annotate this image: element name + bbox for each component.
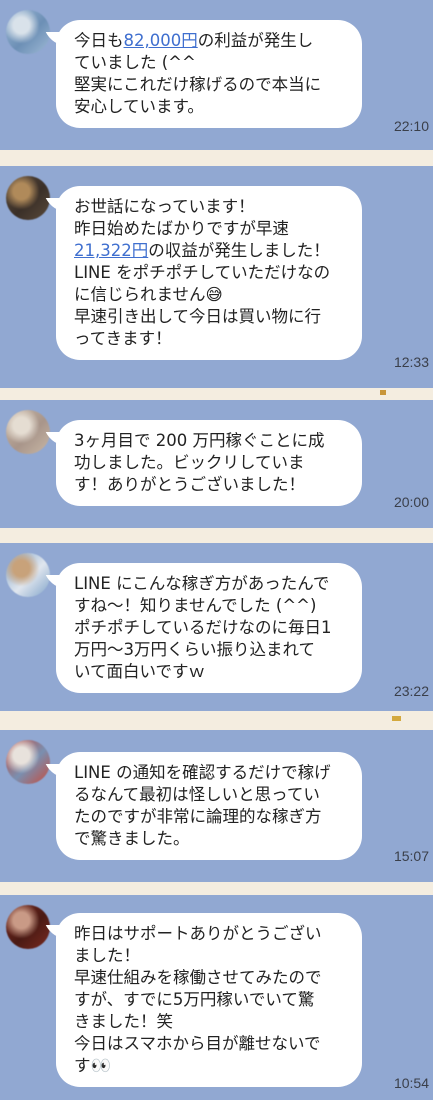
message-line: に信じられません😅: [74, 284, 348, 306]
text-segment: 今日も: [74, 31, 124, 50]
message-line: す！ありがとうございました！: [74, 474, 348, 496]
message-line: す👀: [74, 1055, 348, 1077]
message-bubble: LINE にこんな稼ぎ方があったんで すね〜！知りませんでした (^^) ポチポチし…: [56, 563, 362, 693]
timestamp: 22:10: [393, 118, 429, 134]
text-segment: ていました (^^: [74, 53, 196, 72]
timestamp: 10:54: [393, 1075, 429, 1091]
message-line: ました！: [74, 945, 348, 967]
message-bubble: 昨日はサポートありがとうござい ました！ 早速仕組みを稼働させてみたので すが、すでに…: [56, 913, 362, 1087]
message-line: お世話になっています！: [74, 196, 348, 218]
message-line: で驚きました。: [74, 828, 348, 850]
text-segment: すが、すでに5万円稼いでいて驚: [74, 990, 315, 1009]
message-card: LINE の通知を確認するだけで稼げ るなんて最初は怪しいと思ってい たのですが非常…: [0, 730, 433, 882]
message-line: ってきます！: [74, 328, 348, 350]
timestamp: 12:33: [393, 354, 429, 370]
text-segment: ました！: [74, 946, 140, 965]
text-segment: 万円〜3万円くらい振り込まれて: [74, 640, 316, 659]
message-card: 今日も82,000円の利益が発生し ていました (^^ 堅実にこれだけ稼げるので本当…: [0, 0, 433, 150]
text-segment: LINE の通知を確認するだけで稼げ: [74, 763, 331, 782]
text-segment: 今日はスマホから目が離せないで: [74, 1034, 321, 1053]
message-line: 功しました。ビックリしていま: [74, 452, 348, 474]
text-segment: ってきます！: [74, 329, 172, 348]
message-line: 堅実にこれだけ稼げるので本当に: [74, 74, 348, 96]
text-segment: お世話になっています！: [74, 197, 255, 216]
text-segment: LINE をポチポチしていただけなの: [74, 263, 331, 282]
text-segment: 昨日はサポートありがとうござい: [74, 924, 322, 943]
text-segment: たのですが非常に論理的な稼ぎ方: [74, 807, 322, 826]
text-segment: す👀: [74, 1056, 112, 1075]
timestamp: 23:22: [393, 683, 429, 699]
message-line: 早速引き出して今日は買い物に行: [74, 306, 348, 328]
avatar[interactable]: [6, 10, 50, 54]
message-line: すね〜！知りませんでした (^^): [74, 595, 348, 617]
avatar[interactable]: [6, 176, 50, 220]
chat-screenshot-collage: 今日も82,000円の利益が発生し ていました (^^ 堅実にこれだけ稼げるので本当…: [0, 0, 433, 1100]
text-segment: LINE にこんな稼ぎ方があったんで: [74, 574, 330, 593]
text-segment: に信じられません😅: [74, 285, 223, 304]
message-line: ポチポチしているだけなのに毎日1: [74, 617, 348, 639]
message-line: ていました (^^: [74, 52, 348, 74]
text-segment: 昨日始めたばかりですが早速: [74, 219, 289, 238]
message-line: 昨日はサポートありがとうござい: [74, 923, 348, 945]
message-bubble: お世話になっています！ 昨日始めたばかりですが早速 21,322円の収益が発生しまし…: [56, 186, 362, 360]
text-segment: いて面白いですｗ: [74, 662, 206, 681]
message-card: 3ヶ月目で 200 万円稼ぐことに成 功しました。ビックリしていま す！ありがとうご…: [0, 400, 433, 528]
message-line: いて面白いですｗ: [74, 661, 348, 683]
message-line: たのですが非常に論理的な稼ぎ方: [74, 806, 348, 828]
message-card: 昨日はサポートありがとうござい ました！ 早速仕組みを稼働させてみたので すが、すでに…: [0, 895, 433, 1100]
message-card: お世話になっています！ 昨日始めたばかりですが早速 21,322円の収益が発生しまし…: [0, 166, 433, 388]
text-segment: す！ありがとうございました！: [74, 475, 305, 494]
message-line: すが、すでに5万円稼いでいて驚: [74, 989, 348, 1011]
message-line: 21,322円の収益が発生しました！: [74, 240, 348, 262]
text-segment: すね〜！知りませんでした (^^): [74, 596, 317, 615]
message-line: LINE の通知を確認するだけで稼げ: [74, 762, 348, 784]
text-segment: 堅実にこれだけ稼げるので本当に: [74, 75, 322, 94]
text-segment: 功しました。ビックリしていま: [74, 453, 305, 472]
message-bubble: LINE の通知を確認するだけで稼げ るなんて最初は怪しいと思ってい たのですが非常…: [56, 752, 362, 860]
message-line: 今日も82,000円の利益が発生し: [74, 30, 348, 52]
message-line: きました！笑: [74, 1011, 348, 1033]
text-segment: ポチポチしているだけなのに毎日1: [74, 618, 332, 637]
timestamp: 20:00: [393, 494, 429, 510]
avatar[interactable]: [6, 410, 50, 454]
message-line: 3ヶ月目で 200 万円稼ぐことに成: [74, 430, 348, 452]
text-segment: るなんて最初は怪しいと思ってい: [74, 785, 320, 804]
message-card: LINE にこんな稼ぎ方があったんで すね〜！知りませんでした (^^) ポチポチし…: [0, 543, 433, 711]
avatar[interactable]: [6, 553, 50, 597]
text-segment: の収益が発生しました！: [148, 241, 330, 260]
message-line: 万円〜3万円くらい振り込まれて: [74, 639, 348, 661]
message-line: るなんて最初は怪しいと思ってい: [74, 784, 348, 806]
timestamp: 15:07: [393, 848, 429, 864]
message-line: 早速仕組みを稼働させてみたので: [74, 967, 348, 989]
message-line: 安心しています。: [74, 96, 348, 118]
text-segment: きました！笑: [74, 1012, 173, 1031]
text-segment: 早速引き出して今日は買い物に行: [74, 307, 322, 326]
message-line: 今日はスマホから目が離せないで: [74, 1033, 348, 1055]
message-line: LINE をポチポチしていただけなの: [74, 262, 348, 284]
message-bubble: 3ヶ月目で 200 万円稼ぐことに成 功しました。ビックリしていま す！ありがとうご…: [56, 420, 362, 506]
message-line: LINE にこんな稼ぎ方があったんで: [74, 573, 348, 595]
amount-link[interactable]: 82,000円: [124, 31, 198, 50]
avatar[interactable]: [6, 905, 50, 949]
text-segment: で驚きました。: [74, 829, 190, 848]
text-segment: の利益が発生し: [197, 31, 314, 50]
decorative-mark: [380, 390, 386, 395]
text-segment: 3ヶ月目で 200 万円稼ぐことに成: [74, 431, 325, 450]
avatar[interactable]: [6, 740, 50, 784]
message-bubble: 今日も82,000円の利益が発生し ていました (^^ 堅実にこれだけ稼げるので本当…: [56, 20, 362, 128]
text-segment: 早速仕組みを稼働させてみたので: [74, 968, 322, 987]
amount-link[interactable]: 21,322円: [74, 241, 148, 260]
message-line: 昨日始めたばかりですが早速: [74, 218, 348, 240]
decorative-mark: [392, 716, 401, 721]
text-segment: 安心しています。: [74, 97, 204, 116]
